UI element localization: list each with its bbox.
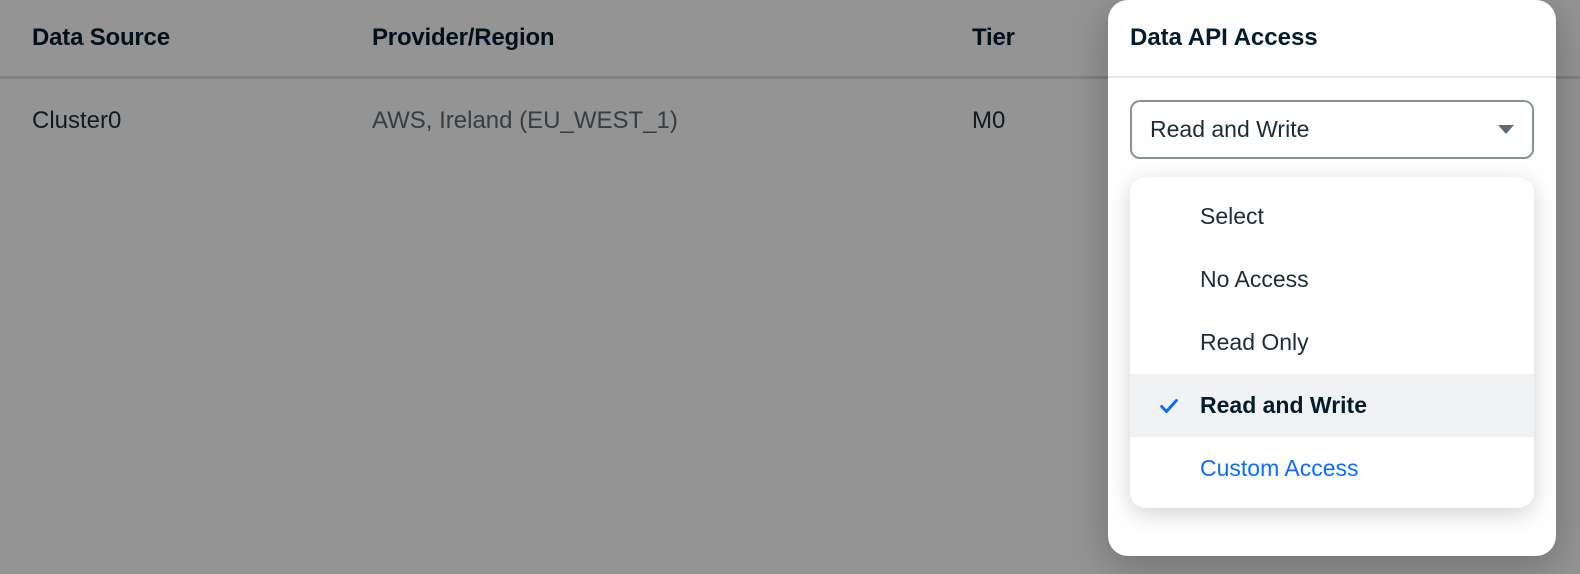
- option-label: Select: [1158, 203, 1514, 230]
- option-label: No Access: [1158, 266, 1514, 293]
- access-option-select[interactable]: Select: [1130, 185, 1534, 248]
- check-icon: [1158, 395, 1186, 417]
- option-label: Custom Access: [1158, 455, 1514, 482]
- access-option-no-access[interactable]: No Access: [1130, 248, 1534, 311]
- access-level-select[interactable]: Read and Write: [1130, 100, 1534, 159]
- access-option-read-and-write[interactable]: Read and Write: [1130, 374, 1534, 437]
- option-label: Read and Write: [1200, 392, 1514, 419]
- popover-title: Data API Access: [1108, 0, 1556, 78]
- data-api-access-popover: Data API Access Read and Write Select No…: [1108, 0, 1556, 556]
- cell-data-source: Cluster0: [32, 107, 372, 135]
- chevron-down-icon: [1498, 125, 1514, 134]
- access-option-read-only[interactable]: Read Only: [1130, 311, 1534, 374]
- access-level-dropdown: Select No Access Read Only Read and Writ…: [1130, 177, 1534, 508]
- option-label: Read Only: [1158, 329, 1514, 356]
- access-option-custom-access[interactable]: Custom Access: [1130, 437, 1534, 500]
- cell-provider-region: AWS, Ireland (EU_WEST_1): [372, 107, 972, 135]
- column-header-provider-region: Provider/Region: [372, 24, 972, 52]
- column-header-data-source: Data Source: [32, 24, 372, 52]
- access-level-select-value: Read and Write: [1150, 116, 1309, 143]
